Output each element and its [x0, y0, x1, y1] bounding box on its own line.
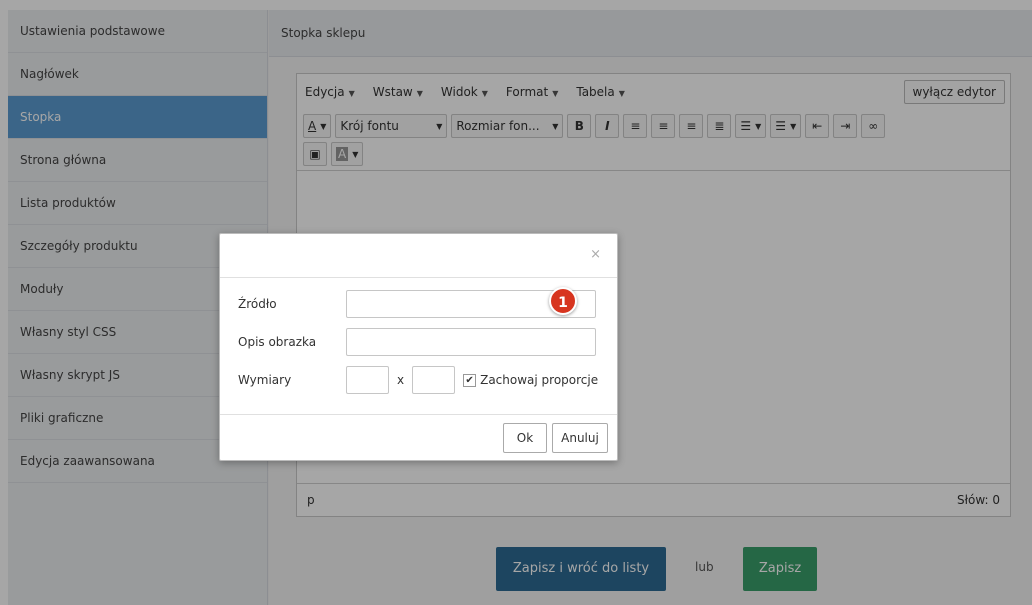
height-input[interactable] [412, 366, 456, 394]
keep-ratio-option[interactable]: ✔ Zachowaj proporcje [463, 373, 598, 387]
description-label: Opis obrazka [238, 335, 317, 349]
keep-ratio-label: Zachowaj proporcje [480, 373, 599, 387]
dimension-separator: x [397, 373, 405, 387]
keep-ratio-checkbox[interactable]: ✔ [463, 373, 477, 387]
dialog-footer: Ok Anuluj [220, 414, 617, 460]
description-input[interactable] [346, 328, 596, 356]
close-icon[interactable]: × [590, 247, 601, 262]
dimensions-label: Wymiary [238, 373, 292, 387]
dimensions-row: Wymiary x ✔ Zachowaj proporcje [238, 366, 598, 394]
dialog-header: × [220, 234, 617, 278]
source-label: Źródło [238, 297, 277, 311]
source-row: Źródło [238, 290, 596, 318]
cancel-button[interactable]: Anuluj [552, 423, 608, 453]
description-row: Opis obrazka [238, 328, 596, 356]
insert-image-dialog: × Źródło Opis obrazka Wymiary x ✔ Zachow… [219, 233, 618, 461]
ok-button[interactable]: Ok [503, 423, 547, 453]
width-input[interactable] [346, 366, 389, 394]
step-badge: 1 [549, 287, 577, 315]
